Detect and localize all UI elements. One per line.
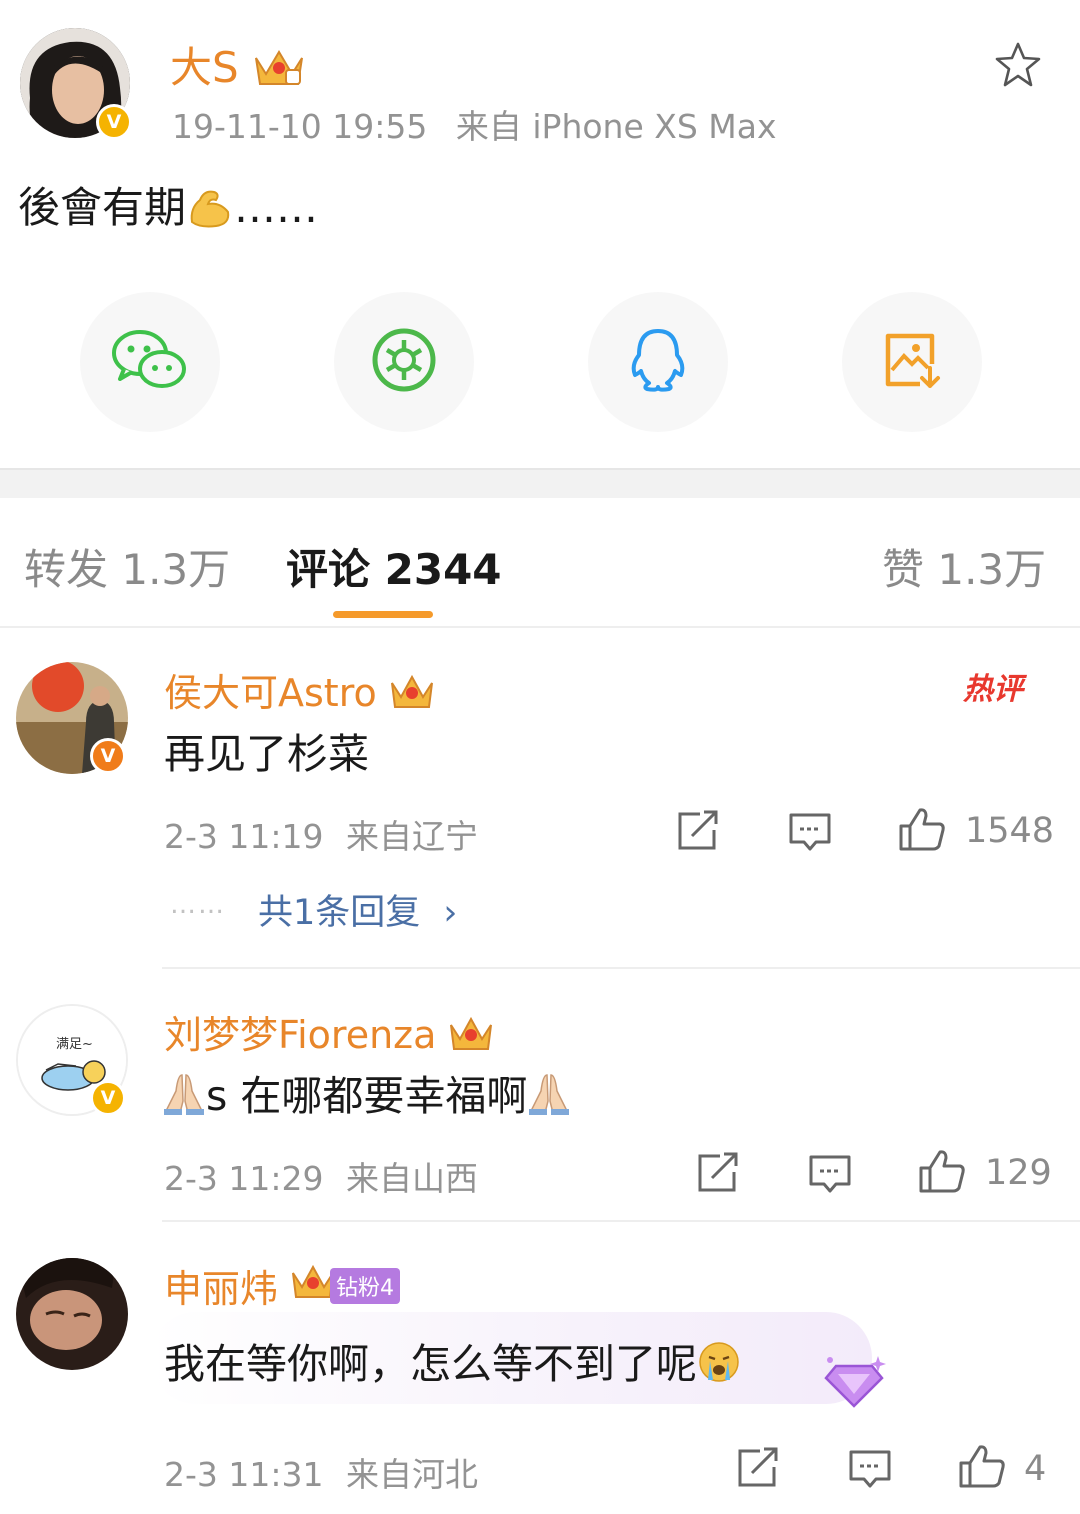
repost-icon[interactable] bbox=[676, 810, 720, 856]
flexed-biceps-emoji-icon bbox=[186, 182, 234, 240]
commenter-avatar[interactable] bbox=[16, 1258, 128, 1370]
reply-icon[interactable] bbox=[808, 1154, 852, 1198]
diamond-badge-icon bbox=[816, 1352, 892, 1414]
comment-meta: 2-3 11:19 来自辽宁 bbox=[164, 810, 478, 858]
comment-time: 2-3 11:29 bbox=[164, 1159, 324, 1198]
wechat-icon bbox=[110, 325, 190, 399]
view-replies-label: 共1条回复 bbox=[258, 893, 421, 933]
hot-comment-badge: 热评 bbox=[963, 672, 1023, 707]
crying-face-emoji-icon bbox=[697, 1340, 741, 1394]
comment-text: 再见了杉菜 bbox=[164, 730, 369, 778]
comment-time: 2-3 11:19 bbox=[164, 817, 324, 856]
tab-comments[interactable]: 评论 2344 bbox=[286, 536, 502, 597]
repost-icon[interactable] bbox=[696, 1152, 740, 1198]
share-moments-button[interactable] bbox=[334, 292, 474, 432]
commenter-name[interactable]: 申丽炜 钻粉4 bbox=[164, 1258, 401, 1313]
verified-badge-icon: V bbox=[96, 104, 132, 140]
comment-location: 来自河北 bbox=[346, 1455, 478, 1494]
comment-divider bbox=[162, 1220, 1080, 1222]
comment-text-body: 我在等你啊，怎么等不到了呢 bbox=[164, 1340, 697, 1388]
crown-badge-icon bbox=[252, 44, 306, 98]
post-text: 後會有期 …… bbox=[18, 174, 318, 240]
post-text-body: 後會有期 bbox=[18, 183, 187, 232]
comment-location: 来自山西 bbox=[346, 1159, 478, 1198]
replies-ellipsis: …… bbox=[170, 890, 226, 920]
comment-time: 2-3 11:31 bbox=[164, 1455, 324, 1494]
like-count: 4 bbox=[1024, 1449, 1047, 1489]
comment-text: s 在哪都要幸福啊 bbox=[162, 1062, 571, 1127]
section-separator bbox=[0, 468, 1080, 498]
tab-active-indicator bbox=[333, 611, 433, 618]
moments-icon bbox=[371, 327, 437, 397]
crown-badge-icon bbox=[448, 1013, 494, 1062]
folded-hands-emoji-icon bbox=[162, 1071, 206, 1127]
tab-likes[interactable]: 赞 1.3万 bbox=[882, 536, 1046, 597]
chevron-right-icon: › bbox=[443, 893, 458, 933]
comment-text-body: s 在哪都要幸福啊 bbox=[206, 1072, 528, 1120]
qq-icon bbox=[627, 325, 689, 399]
reply-icon[interactable] bbox=[848, 1449, 892, 1493]
repost-icon[interactable] bbox=[736, 1447, 780, 1493]
post-author-name[interactable]: 大S bbox=[170, 34, 306, 98]
save-image-button[interactable] bbox=[842, 292, 982, 432]
post-ellipsis: …… bbox=[234, 183, 319, 232]
fan-level-badge: 钻粉4 bbox=[330, 1267, 401, 1304]
post-source: 来自 iPhone XS Max bbox=[455, 107, 777, 146]
post-meta: 19-11-10 19:55 来自 iPhone XS Max bbox=[172, 100, 777, 148]
share-qq-button[interactable] bbox=[588, 292, 728, 432]
post-time: 19-11-10 19:55 bbox=[172, 107, 428, 146]
verified-badge-icon: V bbox=[90, 1080, 126, 1116]
crown-badge-icon bbox=[389, 671, 435, 720]
comment-divider bbox=[162, 967, 1080, 969]
comment-location: 来自辽宁 bbox=[346, 817, 478, 856]
reply-icon[interactable] bbox=[788, 812, 832, 856]
view-replies-link[interactable]: 共1条回复 › bbox=[258, 884, 457, 935]
folded-hands-emoji-icon bbox=[527, 1071, 571, 1127]
verified-badge-icon: V bbox=[90, 738, 126, 774]
like-count: 129 bbox=[985, 1153, 1052, 1193]
tab-repost[interactable]: 转发 1.3万 bbox=[24, 536, 230, 597]
like-icon[interactable] bbox=[898, 806, 946, 856]
comment-text: 我在等你啊，怎么等不到了呢 bbox=[164, 1330, 741, 1394]
like-icon[interactable] bbox=[918, 1148, 966, 1198]
tabs-divider bbox=[0, 626, 1080, 628]
like-icon[interactable] bbox=[958, 1443, 1006, 1493]
commenter-name[interactable]: 刘梦梦Fiorenza bbox=[164, 1004, 494, 1062]
save-image-icon bbox=[880, 328, 944, 396]
like-count: 1548 bbox=[965, 811, 1055, 851]
avatar-caption: 满足~ bbox=[56, 1037, 93, 1052]
commenter-name[interactable]: 侯大可Astro bbox=[164, 662, 435, 720]
favorite-star-icon[interactable] bbox=[993, 40, 1043, 94]
comment-meta: 2-3 11:29 来自山西 bbox=[164, 1152, 478, 1200]
comment-meta: 2-3 11:31 来自河北 bbox=[164, 1448, 478, 1496]
share-wechat-button[interactable] bbox=[80, 292, 220, 432]
